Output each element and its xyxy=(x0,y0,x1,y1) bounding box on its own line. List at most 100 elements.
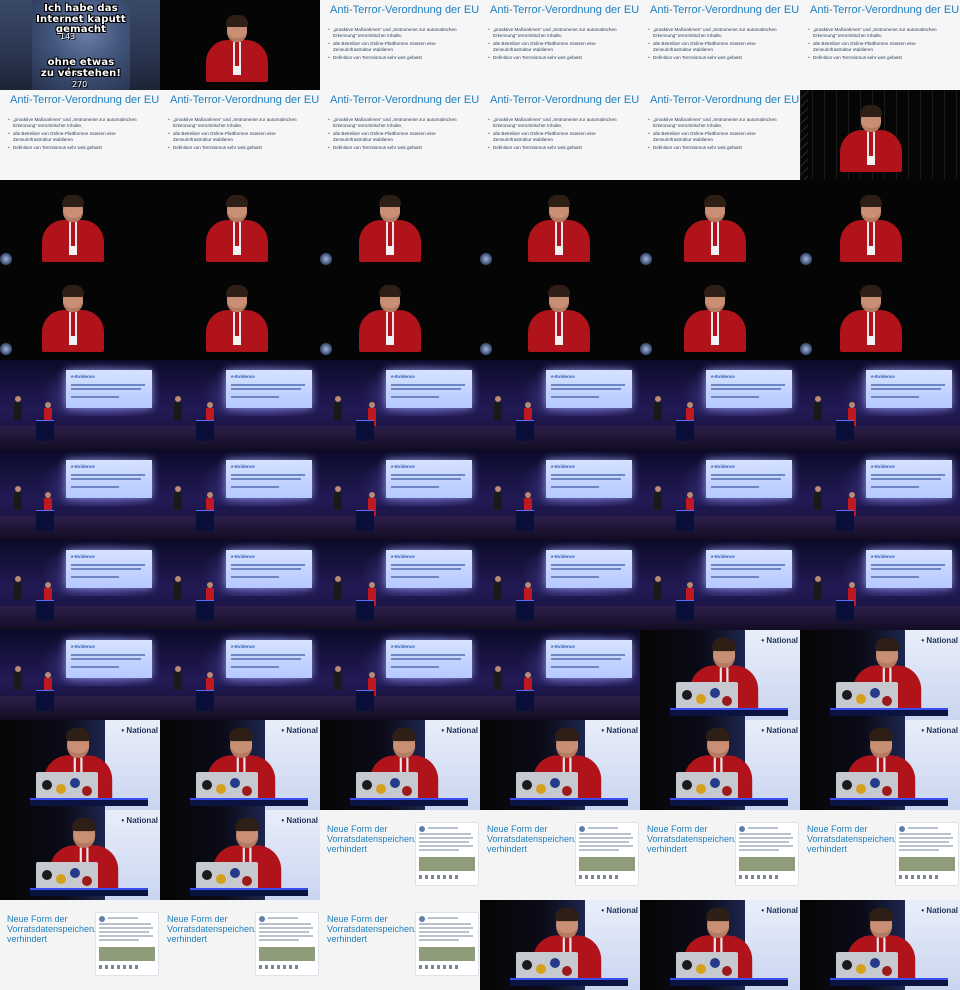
tweet-text-line xyxy=(899,837,953,839)
screen-banner: • National xyxy=(921,726,958,735)
laptop-sticker xyxy=(856,784,866,794)
thumbnail-speaker-truss[interactable] xyxy=(800,90,960,180)
thumbnail-vds[interactable]: Neue Form der Vorratsdatenspeicherung ve… xyxy=(480,810,640,900)
thumbnail-close[interactable]: • National xyxy=(320,720,480,810)
thumbnail-terror[interactable]: Anti-Terror-Verordnung der EU „proaktive … xyxy=(480,0,640,90)
slide-bullet: Definition von Terrorismus sehr weit gef… xyxy=(168,145,313,151)
thumbnail-close[interactable]: • National xyxy=(160,720,320,810)
speaker-hair xyxy=(712,637,737,652)
name-badge xyxy=(69,246,77,255)
thumbnail-vds[interactable]: Neue Form der Vorratsdatenspeicherung ve… xyxy=(320,810,480,900)
slide-bullets: „proaktive Maßnahmen“ und „Instrumente z… xyxy=(646,117,793,153)
thumbnail-close[interactable]: • National xyxy=(160,810,320,900)
tweet-image xyxy=(99,947,155,961)
thumbnail-speaker[interactable] xyxy=(320,270,480,360)
thumbnail-wide[interactable]: e-Evidence xyxy=(320,630,480,720)
thumbnail-vds[interactable]: Neue Form der Vorratsdatenspeicherung ve… xyxy=(320,900,480,990)
thumbnail-speaker[interactable] xyxy=(160,180,320,270)
thumbnail-wide[interactable]: e-Evidence xyxy=(480,360,640,450)
thumbnail-wide[interactable]: e-Evidence xyxy=(640,360,800,450)
thumbnail-speaker[interactable] xyxy=(480,180,640,270)
thumbnail-wide[interactable]: e-Evidence xyxy=(480,630,640,720)
thumbnail-close[interactable]: • National xyxy=(480,720,640,810)
thumbnail-wide[interactable]: e-Evidence xyxy=(800,540,960,630)
stage-floor xyxy=(160,696,320,720)
thumbnail-speaker[interactable] xyxy=(320,180,480,270)
thumbnail-wide[interactable]: e-Evidence xyxy=(640,450,800,540)
screen-text-line xyxy=(71,568,141,570)
lectern-desk xyxy=(830,708,948,716)
thumbnail-vds[interactable]: Neue Form der Vorratsdatenspeicherung ve… xyxy=(640,810,800,900)
lectern-desk xyxy=(670,978,788,986)
thumbnail-wide[interactable]: e-Evidence xyxy=(160,360,320,450)
moderator-figure xyxy=(334,486,342,510)
thumbnail-terror[interactable]: Anti-Terror-Verordnung der EU „proaktive … xyxy=(800,0,960,90)
thumbnail-close[interactable]: • National xyxy=(640,900,800,990)
projection-screen: e-Evidence xyxy=(866,550,952,588)
thumbnail-terror[interactable]: Anti-Terror-Verordnung der EU „proaktive … xyxy=(0,90,160,180)
screen-text-line xyxy=(231,564,305,566)
thumbnail-close[interactable]: • National xyxy=(800,630,960,720)
moderator-figure xyxy=(494,576,502,600)
lanyard xyxy=(867,222,875,248)
projection-screen: e-Evidence xyxy=(546,460,632,498)
thumbnail-wide[interactable]: e-Evidence xyxy=(800,360,960,450)
thumbnail-vds[interactable]: Neue Form der Vorratsdatenspeicherung ve… xyxy=(0,900,160,990)
laptop xyxy=(36,862,98,890)
thumbnail-close[interactable]: • National xyxy=(640,720,800,810)
thumbnail-close[interactable]: • National xyxy=(800,720,960,810)
slide-bullet: Definition von Terrorismus sehr weit gef… xyxy=(648,145,793,151)
thumbnail-wide[interactable]: e-Evidence xyxy=(0,630,160,720)
thumbnail-speaker[interactable] xyxy=(800,270,960,360)
thumbnail-vds[interactable]: Neue Form der Vorratsdatenspeicherung ve… xyxy=(160,900,320,990)
thumbnail-wide[interactable]: e-Evidence xyxy=(320,540,480,630)
thumbnail-terror[interactable]: Anti-Terror-Verordnung der EU „proaktive … xyxy=(480,90,640,180)
thumbnail-speaker[interactable] xyxy=(640,270,800,360)
thumbnail-terror[interactable]: Anti-Terror-Verordnung der EU „proaktive … xyxy=(160,90,320,180)
thumbnail-speaker[interactable] xyxy=(160,270,320,360)
thumbnail-speaker[interactable] xyxy=(800,180,960,270)
thumbnail-wide[interactable]: e-Evidence xyxy=(480,540,640,630)
speaker-hair xyxy=(235,817,260,832)
thumbnail-wide[interactable]: e-Evidence xyxy=(160,450,320,540)
stage-floor xyxy=(640,606,800,630)
thumbnail-close[interactable]: • National xyxy=(640,630,800,720)
thumbnail-speaker[interactable] xyxy=(640,180,800,270)
thumbnail-terror[interactable]: Anti-Terror-Verordnung der EU „proaktive … xyxy=(320,90,480,180)
thumbnail-speaker[interactable] xyxy=(0,270,160,360)
thumbnail-terror[interactable]: Anti-Terror-Verordnung der EU „proaktive … xyxy=(640,0,800,90)
thumbnail-meme[interactable]: Ich habe das Internet kaputt gemacht ohne … xyxy=(0,0,160,90)
slide-bullet: „proaktive Maßnahmen“ und „Instrumente z… xyxy=(648,27,793,39)
moderator-figure xyxy=(14,666,22,690)
laptop-sticker xyxy=(362,780,372,790)
thumbnail-wide[interactable]: e-Evidence xyxy=(160,540,320,630)
screen-text-line xyxy=(231,576,279,578)
thumbnail-wide[interactable]: e-Evidence xyxy=(0,360,160,450)
thumbnail-wide[interactable]: e-Evidence xyxy=(0,540,160,630)
thumbnail-vds[interactable]: Neue Form der Vorratsdatenspeicherung ve… xyxy=(800,810,960,900)
avatar xyxy=(899,826,905,832)
thumbnail-close[interactable]: • National xyxy=(480,900,640,990)
thumbnail-wide[interactable]: e-Evidence xyxy=(320,450,480,540)
screen-text-line xyxy=(551,568,621,570)
name-badge xyxy=(867,156,875,165)
thumbnail-close[interactable]: • National xyxy=(0,810,160,900)
thumbnail-wide[interactable]: e-Evidence xyxy=(480,450,640,540)
thumbnail-close[interactable]: • National xyxy=(0,720,160,810)
thumbnail-wide[interactable]: e-Evidence xyxy=(640,540,800,630)
thumbnail-wide[interactable]: e-Evidence xyxy=(320,360,480,450)
projection-screen: e-Evidence xyxy=(386,370,472,408)
tweet-text-line xyxy=(739,837,793,839)
thumbnail-speaker[interactable] xyxy=(480,270,640,360)
thumbnail-wide[interactable]: e-Evidence xyxy=(160,630,320,720)
thumbnail-speaker[interactable] xyxy=(0,180,160,270)
thumbnail-close[interactable]: • National xyxy=(800,900,960,990)
screen-text-line xyxy=(871,478,941,480)
stage-floor xyxy=(0,426,160,450)
thumbnail-wide[interactable]: e-Evidence xyxy=(0,450,160,540)
thumbnail-terror[interactable]: Anti-Terror-Verordnung der EU „proaktive … xyxy=(640,90,800,180)
thumbnail-terror[interactable]: Anti-Terror-Verordnung der EU „proaktive … xyxy=(320,0,480,90)
laptop xyxy=(516,772,578,800)
thumbnail-wide[interactable]: e-Evidence xyxy=(800,450,960,540)
thumbnail-speaker[interactable] xyxy=(160,0,320,90)
